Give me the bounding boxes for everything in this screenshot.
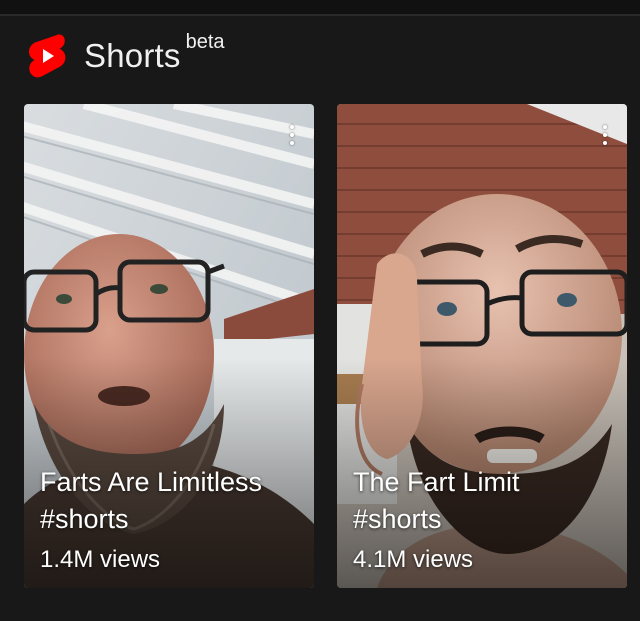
more-vert-icon[interactable] <box>595 120 615 150</box>
video-caption: The Fart Limit #shorts 4.1M views <box>353 464 613 574</box>
shorts-shelf-header: Shorts beta <box>28 30 225 82</box>
youtube-shorts-icon <box>28 34 66 78</box>
shorts-page: Shorts beta Farts Are Limitless #shorts … <box>0 0 640 621</box>
shelf-title: Shorts <box>84 37 181 74</box>
video-title[interactable]: Farts Are Limitless #shorts <box>40 464 300 538</box>
view-count: 4.1M views <box>353 546 474 573</box>
beta-badge: beta <box>185 30 225 53</box>
video-caption: Farts Are Limitless #shorts 1.4M views <box>40 464 300 574</box>
short-card[interactable]: The Fart Limit #shorts 4.1M views <box>337 104 627 588</box>
view-count: 1.4M views <box>40 546 161 573</box>
short-card[interactable]: Farts Are Limitless #shorts 1.4M views <box>24 104 314 588</box>
top-divider <box>0 0 640 16</box>
video-title[interactable]: The Fart Limit #shorts <box>353 464 613 538</box>
more-vert-icon[interactable] <box>282 120 302 150</box>
